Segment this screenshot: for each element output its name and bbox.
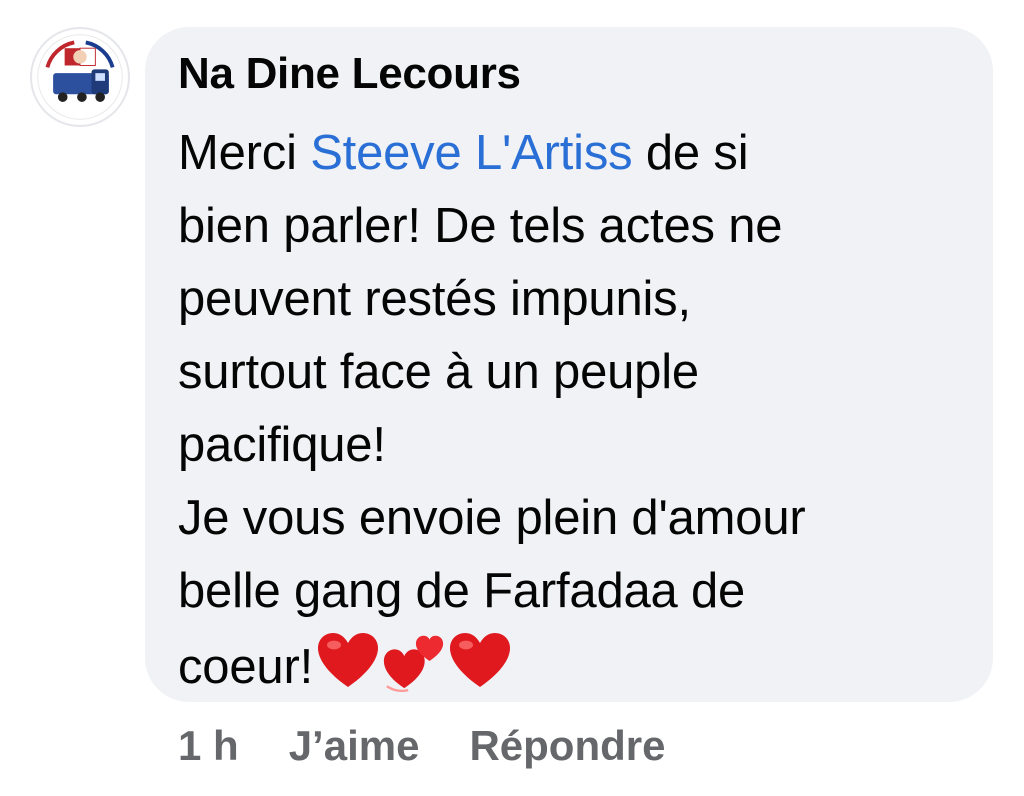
message-text-segment: de si <box>632 126 749 180</box>
message-line-2: bien parler! De tels actes ne <box>178 199 783 253</box>
comment-actions: 1 h J’aime Répondre <box>178 722 665 770</box>
message-line-1: Merci Steeve L'Artiss de si <box>178 117 978 190</box>
comment-timestamp[interactable]: 1 h <box>178 722 239 770</box>
mention-link[interactable]: Steeve L'Artiss <box>310 126 632 180</box>
two-hearts-icon <box>383 635 444 693</box>
message-text-segment: Merci <box>178 126 311 180</box>
author-avatar[interactable] <box>30 27 130 127</box>
message-line-6: Je vous envoie plein d'amour <box>178 491 806 545</box>
red-heart-icon <box>450 633 510 687</box>
message-line-8: coeur! <box>178 628 978 704</box>
reply-button[interactable]: Répondre <box>469 722 665 770</box>
red-heart-icon <box>318 633 378 687</box>
message-line-7: belle gang de Farfadaa de <box>178 564 746 618</box>
message-line-4: surtout face à un peuple <box>178 345 699 399</box>
comment-text: Merci Steeve L'Artiss de si bien parler!… <box>178 117 978 704</box>
truck-logo-icon <box>33 30 127 124</box>
emoji-group <box>315 628 513 694</box>
author-name[interactable]: Na Dine Lecours <box>178 49 521 99</box>
message-text-segment: coeur! <box>178 640 313 694</box>
comment-bubble[interactable]: Na Dine Lecours Merci Steeve L'Artiss de… <box>145 27 993 702</box>
like-button[interactable]: J’aime <box>289 722 420 770</box>
message-line-3: peuvent restés impunis, <box>178 272 691 326</box>
message-line-5: pacifique! <box>178 418 386 472</box>
